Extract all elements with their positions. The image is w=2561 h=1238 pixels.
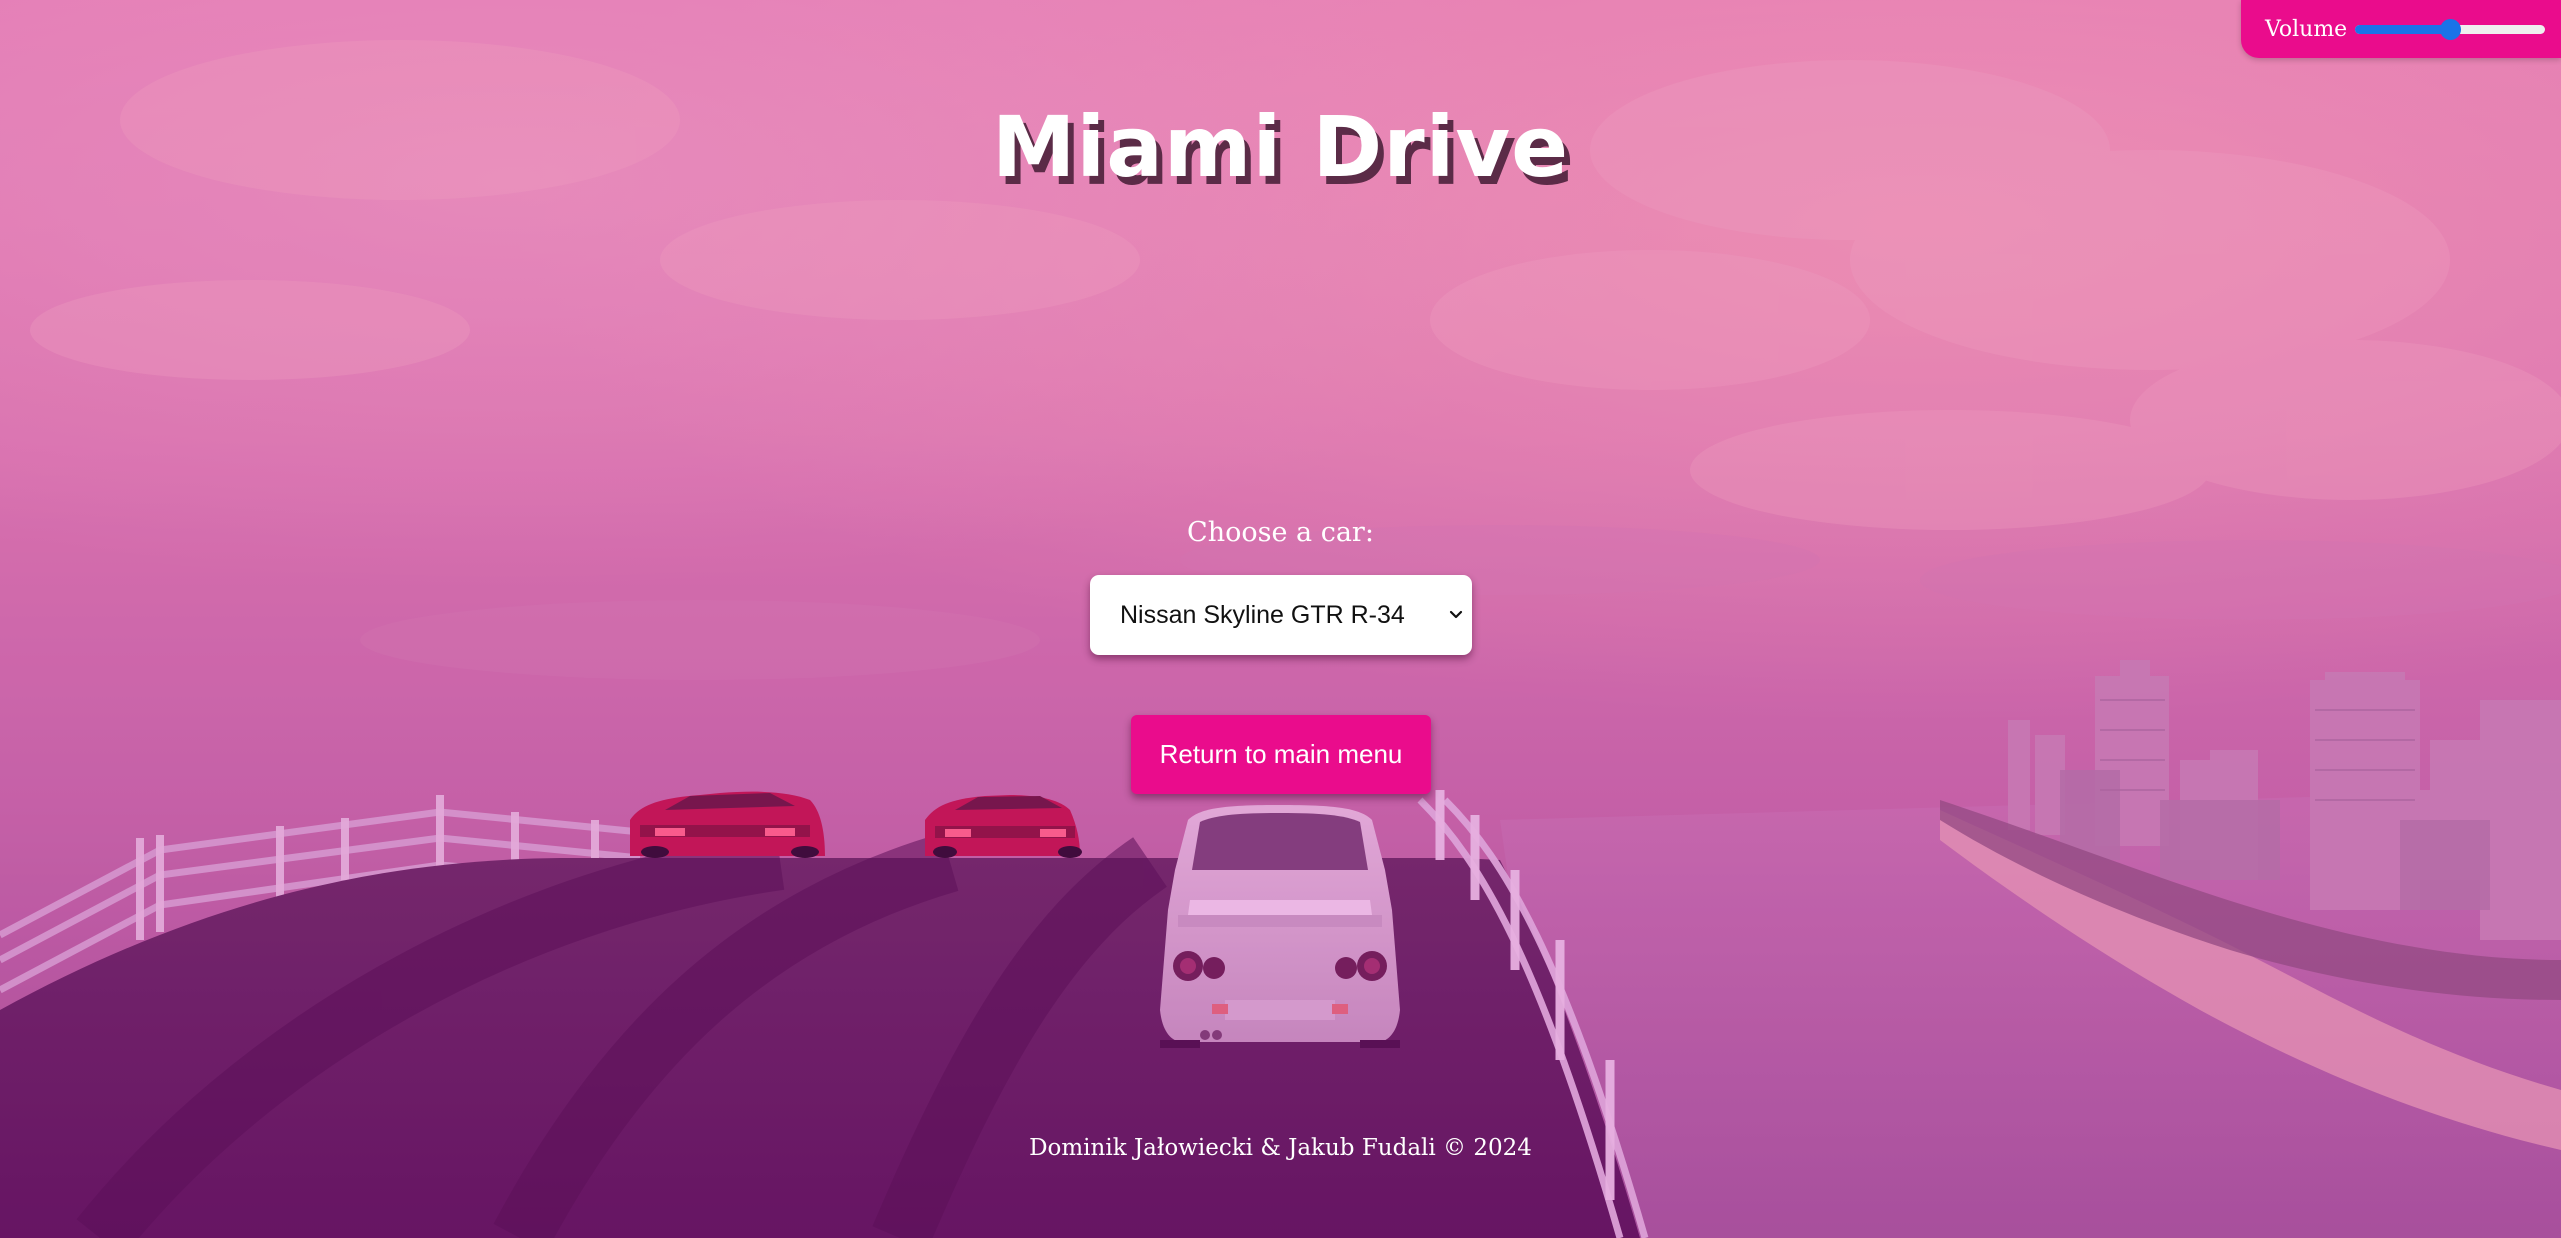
volume-slider-thumb[interactable] <box>2440 19 2462 40</box>
volume-slider[interactable] <box>2355 17 2546 41</box>
choose-car-label: Choose a car: <box>1187 517 1374 548</box>
chevron-down-icon <box>1449 610 1463 619</box>
volume-control: Volume <box>2241 0 2561 58</box>
volume-label: Volume <box>2265 16 2348 42</box>
car-select-value: Nissan Skyline GTR R-34 <box>1120 600 1405 629</box>
car-select-dropdown[interactable]: Nissan Skyline GTR R-34 <box>1090 575 1472 655</box>
return-to-main-menu-button[interactable]: Return to main menu <box>1131 715 1431 794</box>
game-title: Miami Drive <box>991 98 1570 196</box>
footer-credits: Dominik Jałowiecki & Jakub Fudali © 2024 <box>1029 1135 1532 1161</box>
volume-slider-fill <box>2355 25 2451 34</box>
